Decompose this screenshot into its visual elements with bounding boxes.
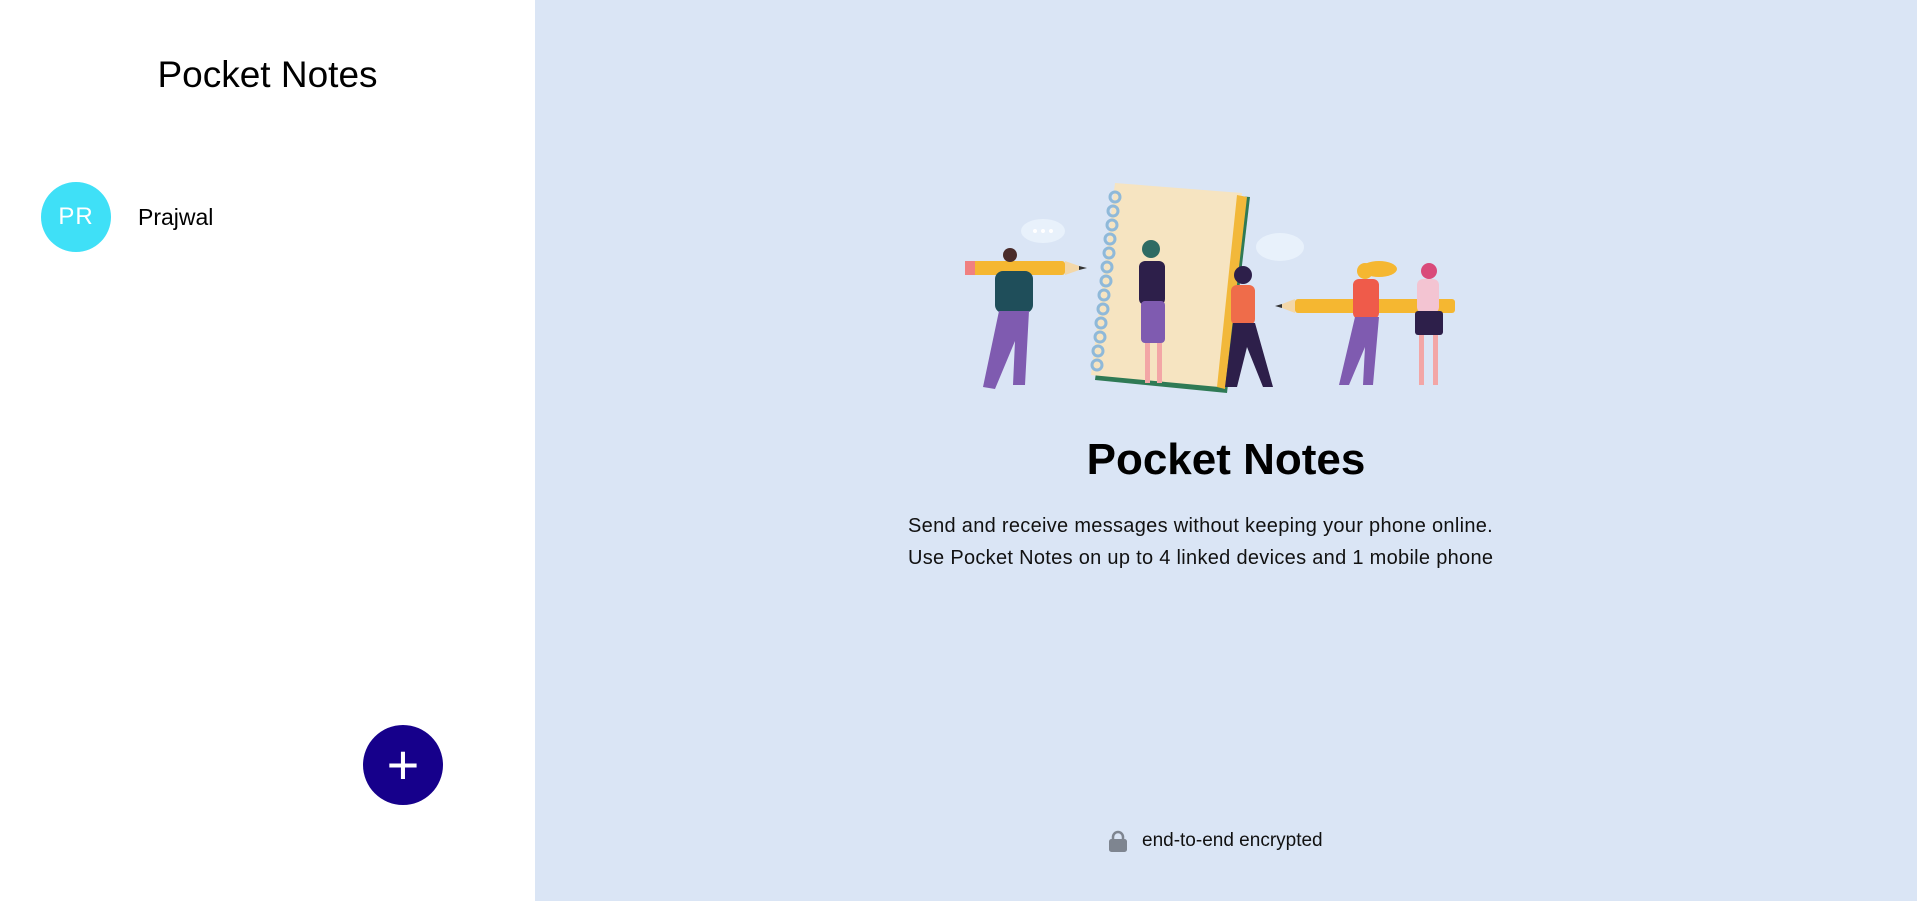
app-root: Pocket Notes PR Prajwal + Pocket Notes S… <box>0 0 1917 901</box>
encryption-footer: end-to-end encrypted <box>1108 830 1323 852</box>
description-line-1: Send and receive messages without keepin… <box>908 515 1494 537</box>
notebook-illustration <box>1090 183 1250 393</box>
plus-icon: + <box>386 733 420 796</box>
group-item-prajwal[interactable]: PR Prajwal <box>41 182 213 252</box>
person-with-pencil-left <box>965 248 1087 389</box>
description-line-2: Use Pocket Notes on up to 4 linked devic… <box>908 547 1494 569</box>
group-name: Prajwal <box>138 203 214 230</box>
sidebar-title: Pocket Notes <box>157 54 378 95</box>
sidebar: Pocket Notes PR Prajwal + <box>0 0 535 901</box>
avatar: PR <box>41 182 111 252</box>
main-description: Send and receive messages without keepin… <box>908 510 1493 574</box>
add-group-button[interactable]: + <box>363 725 443 805</box>
main-title: Pocket Notes <box>1086 435 1366 484</box>
lock-icon <box>1109 830 1127 852</box>
main-panel: Pocket Notes Send and receive messages w… <box>535 0 1917 901</box>
encryption-text: end-to-end encrypted <box>1142 830 1323 851</box>
hero-illustration <box>965 183 1455 393</box>
people-with-pencil-right <box>1275 261 1455 385</box>
